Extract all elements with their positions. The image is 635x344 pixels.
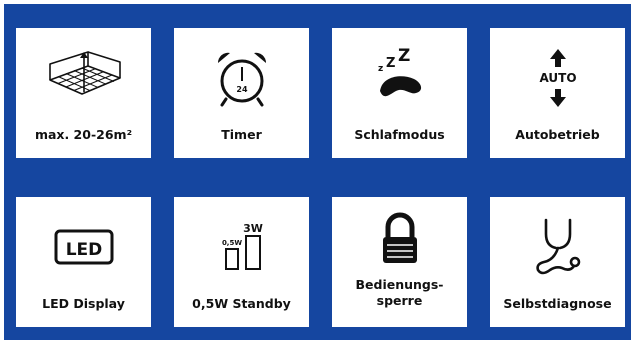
feature-label-line2: sperre	[376, 293, 423, 308]
feature-label: Bedienungs- sperre	[332, 277, 467, 309]
timer-24-text: 24	[236, 85, 248, 94]
svg-text:z: z	[378, 64, 383, 74]
auto-mode-icon: AUTO	[490, 46, 625, 110]
alarm-clock-icon: 24	[174, 46, 309, 110]
feature-label: Selbstdiagnose	[503, 296, 612, 311]
svg-text:Z: Z	[398, 47, 410, 66]
stethoscope-icon	[490, 215, 625, 279]
feature-tile-led: LED LED Display	[16, 197, 151, 327]
room-area-icon	[16, 46, 151, 110]
feature-label: Timer	[221, 127, 262, 142]
feature-tile-auto: AUTO Autobetrieb	[490, 28, 625, 158]
feature-tile-room-area: max. 20-26m²	[16, 28, 151, 158]
standby-05w-text: 0,5W	[221, 239, 241, 247]
feature-tile-timer: 24 Timer	[174, 28, 309, 158]
feature-label-line1: Bedienungs-	[355, 277, 444, 292]
feature-label: Schlafmodus	[354, 127, 445, 142]
padlock-icon	[332, 207, 467, 271]
auto-text: AUTO	[539, 71, 576, 85]
feature-tile-standby: 3W 0,5W 0,5W Standby	[174, 197, 309, 327]
feature-tile-diagnosis: Selbstdiagnose	[490, 197, 625, 327]
standby-power-icon: 3W 0,5W	[174, 215, 309, 279]
feature-tile-sleep: z Z Z Schlafmodus	[332, 28, 467, 158]
feature-label: max. 20-26m²	[34, 127, 133, 142]
feature-label: Autobetrieb	[515, 127, 600, 142]
sleep-mode-icon: z Z Z	[332, 46, 467, 110]
feature-tile-lock: Bedienungs- sperre	[332, 197, 467, 327]
feature-panel: max. 20-26m² 24 Timer z Z Z Schlafmodus …	[4, 4, 631, 340]
svg-text:Z: Z	[386, 56, 395, 71]
feature-label: LED Display	[42, 296, 125, 311]
standby-3w-text: 3W	[243, 222, 263, 235]
led-display-icon: LED	[16, 215, 151, 279]
feature-label: 0,5W Standby	[192, 296, 291, 311]
led-text: LED	[65, 240, 102, 260]
